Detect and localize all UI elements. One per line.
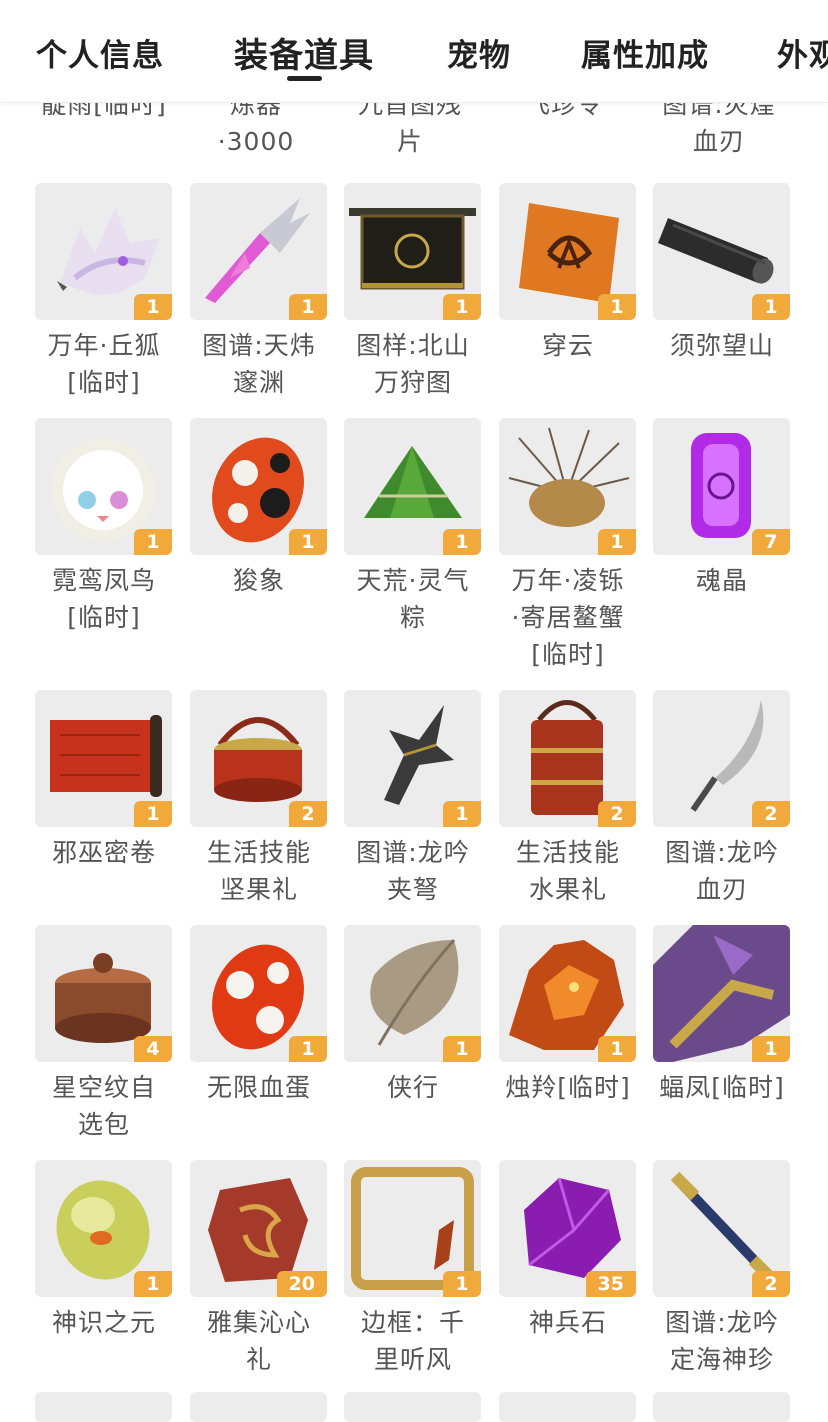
item-count: 1 — [598, 529, 636, 555]
rice-dumpling-icon: 1 — [344, 418, 481, 555]
tiered-box-icon: 2 — [499, 690, 636, 827]
spiky-crab-icon: 1 — [499, 418, 636, 555]
item-count: 1 — [443, 1036, 481, 1062]
fluffy-bird-icon: 1 — [35, 418, 172, 555]
fire-beast-icon: 1 — [499, 925, 636, 1062]
tab-bar: 个人信息 装备道具 宠物 属性加成 外观 — [0, 0, 828, 103]
item-card[interactable] — [344, 1392, 481, 1422]
item-name: 星空纹自 选包 — [51, 1073, 156, 1139]
item-card[interactable] — [653, 1392, 790, 1422]
curved-blade-icon: 2 — [653, 690, 790, 827]
tab-attributes[interactable]: 属性加成 — [581, 30, 709, 75]
item-name: 神识之元 — [51, 1308, 156, 1337]
tab-equipment[interactable]: 装备道具 — [234, 28, 374, 77]
golden-frame-icon: 1 — [344, 1160, 481, 1297]
item-count: 1 — [134, 529, 172, 555]
bronze-box-icon: 4 — [35, 925, 172, 1062]
item-count: 20 — [276, 1271, 327, 1297]
item-count: 1 — [598, 1036, 636, 1062]
item-count: 1 — [443, 529, 481, 555]
item-count: 1 — [443, 1271, 481, 1297]
item-name: 魂晶 — [695, 566, 748, 595]
red-scroll-icon: 1 — [35, 690, 172, 827]
item-count: 1 — [289, 294, 327, 320]
spotted-egg-icon: 1 — [190, 418, 327, 555]
item-count: 35 — [585, 1271, 636, 1297]
item-name: 烛羚[临时] — [505, 1073, 631, 1102]
item-count: 7 — [752, 529, 790, 555]
item-name: 霓鸾凤鸟 [临时] — [51, 566, 156, 632]
item-name: 无限血蛋 — [206, 1073, 311, 1102]
item-name: 边框：千 里听风 — [360, 1308, 465, 1374]
leaf-icon: 1 — [344, 925, 481, 1062]
tab-appearance[interactable]: 外观 — [777, 30, 828, 75]
item-name: 生活技能 水果礼 — [515, 838, 620, 904]
item-name: 须弥望山 — [669, 331, 774, 360]
item-card[interactable] — [190, 1392, 327, 1422]
item-count: 1 — [443, 294, 481, 320]
item-count: 1 — [443, 801, 481, 827]
item-count: 2 — [752, 1271, 790, 1297]
item-name: 神兵石 — [528, 1308, 607, 1337]
red-egg-icon: 1 — [190, 925, 327, 1062]
crossbow-icon: 1 — [344, 690, 481, 827]
item-count: 1 — [752, 1036, 790, 1062]
item-name: 图样:北山 万狩图 — [356, 331, 470, 397]
basket-icon: 2 — [190, 690, 327, 827]
active-tab-indicator — [287, 76, 322, 81]
purple-crystal-icon: 7 — [653, 418, 790, 555]
item-name: 万年·凌铄 ·寄居鳌蟹 [临时] — [511, 566, 625, 669]
item-count: 1 — [134, 294, 172, 320]
purple-beast-icon: 1 — [653, 925, 790, 1062]
item-card[interactable] — [35, 1392, 172, 1422]
item-count: 2 — [752, 801, 790, 827]
purple-ore-icon: 35 — [499, 1160, 636, 1297]
item-name: 万年·丘狐 [临时] — [47, 331, 161, 397]
amber-orb-icon: 1 — [35, 1160, 172, 1297]
staff-icon: 2 — [653, 1160, 790, 1297]
item-count: 1 — [289, 1036, 327, 1062]
item-name: 邪巫密卷 — [51, 838, 156, 867]
black-scroll-tube-icon: 1 — [653, 183, 790, 320]
item-name: 图谱:天炜 邃渊 — [202, 331, 316, 397]
parchment-emblem-icon: 1 — [499, 183, 636, 320]
item-card[interactable] — [499, 1392, 636, 1422]
white-fox-icon: 1 — [35, 183, 172, 320]
item-count: 1 — [134, 801, 172, 827]
item-name: 蝠凤[临时] — [659, 1073, 785, 1102]
item-name: 图谱:龙吟 血刃 — [665, 838, 779, 904]
item-count: 1 — [289, 529, 327, 555]
item-name: 天荒·灵气粽 — [356, 566, 470, 632]
item-grid: 靛雨[临时] 炼器 ·3000 九首图残片 飞珍令 图谱:灾煌 血刃 1 万年·丘狐… — [0, 0, 828, 1422]
item-count: 4 — [134, 1036, 172, 1062]
item-name: 穿云 — [541, 331, 594, 360]
item-count: 1 — [598, 294, 636, 320]
tab-pets[interactable]: 宠物 — [447, 30, 511, 75]
tab-personal-info[interactable]: 个人信息 — [36, 30, 164, 75]
item-name: 狻象 — [232, 566, 285, 595]
hanging-scroll-icon: 1 — [344, 183, 481, 320]
item-name: 侠行 — [386, 1073, 439, 1102]
item-count: 2 — [289, 801, 327, 827]
crystal-blade-icon: 1 — [190, 183, 327, 320]
item-count: 2 — [598, 801, 636, 827]
item-count: 1 — [134, 1271, 172, 1297]
item-name: 图谱:龙吟 定海神珍 — [665, 1308, 779, 1374]
item-name: 雅集沁心礼 — [206, 1308, 311, 1374]
item-name: 图谱:龙吟 夹弩 — [356, 838, 470, 904]
item-name: 生活技能 坚果礼 — [206, 838, 311, 904]
item-count: 1 — [752, 294, 790, 320]
red-stone-icon: 20 — [190, 1160, 327, 1297]
